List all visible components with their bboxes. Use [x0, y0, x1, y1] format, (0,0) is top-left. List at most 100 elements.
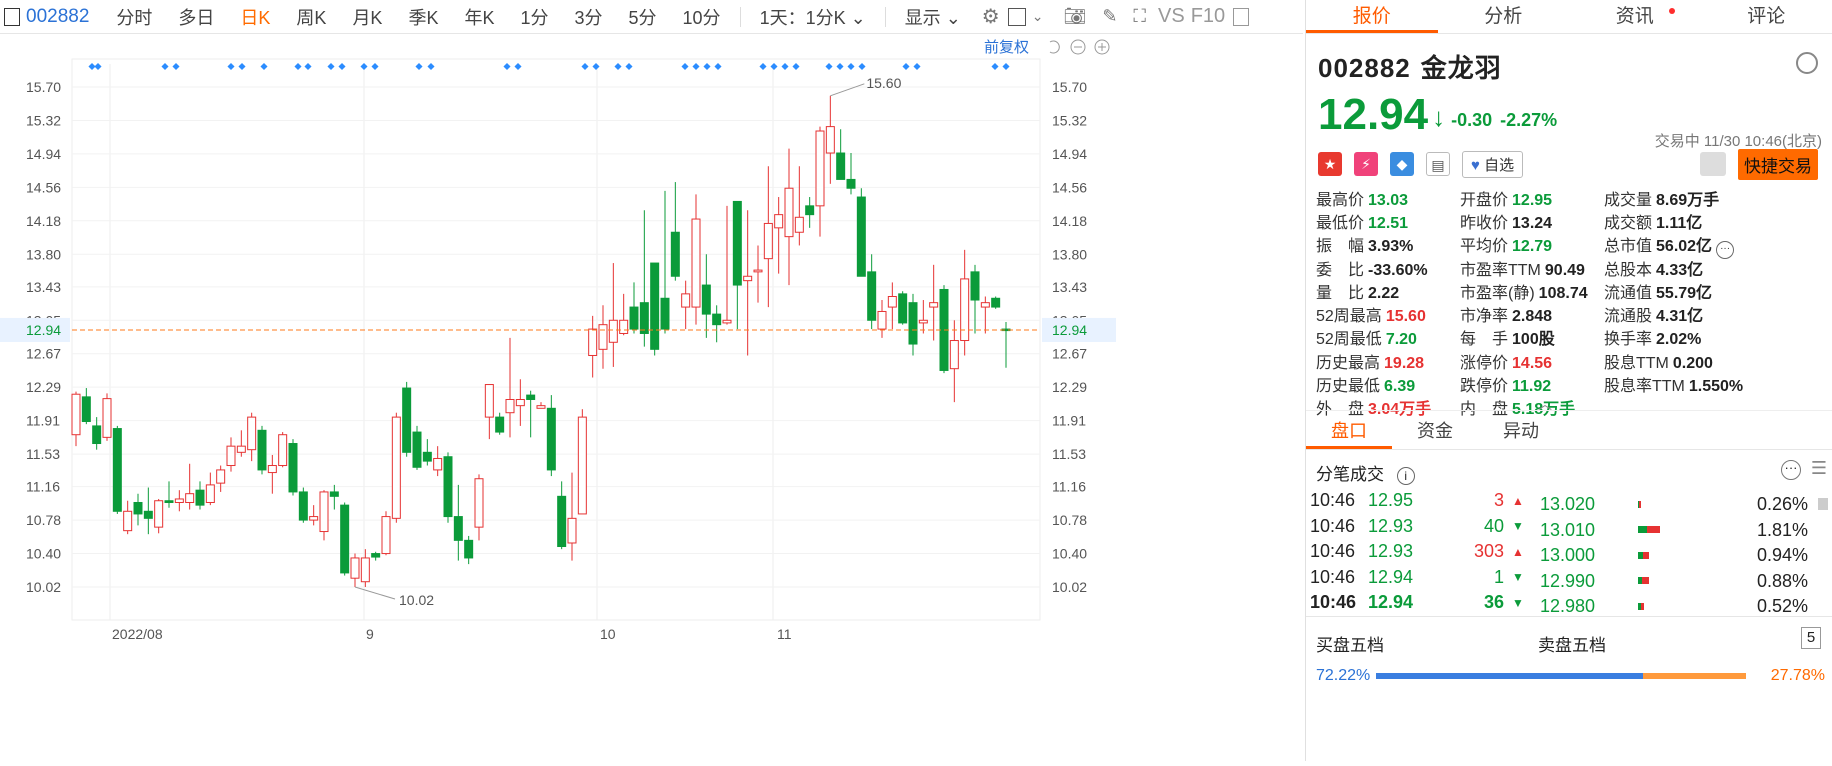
event-marker-icon[interactable]	[614, 63, 621, 70]
tag-icon[interactable]: ◆	[1390, 152, 1414, 176]
event-marker-icon[interactable]	[991, 63, 998, 70]
candle-body[interactable]	[93, 426, 101, 444]
period-tab[interactable]: 1分	[520, 4, 548, 30]
candle-body[interactable]	[527, 395, 535, 399]
quote-tab[interactable]: 报价	[1306, 0, 1438, 33]
more-icon[interactable]: ···	[1781, 460, 1801, 480]
candle-body[interactable]	[795, 217, 803, 232]
candle-body[interactable]	[878, 311, 886, 329]
pencil-icon[interactable]: ✎	[1102, 6, 1117, 27]
candle-body[interactable]	[620, 320, 628, 333]
settings-gear-icon[interactable]	[1796, 52, 1818, 74]
period-tab[interactable]: 5分	[629, 4, 657, 30]
candle-body[interactable]	[310, 517, 318, 521]
event-marker-icon[interactable]	[770, 63, 777, 70]
event-marker-icon[interactable]	[172, 63, 179, 70]
event-marker-icon[interactable]	[1002, 63, 1009, 70]
candle-body[interactable]	[103, 399, 111, 438]
candle-body[interactable]	[950, 341, 958, 369]
candle-body[interactable]	[423, 452, 431, 461]
margin-icon[interactable]: ⚡	[1354, 152, 1378, 176]
candle-body[interactable]	[930, 303, 938, 307]
candle-body[interactable]	[175, 499, 183, 503]
event-marker-icon[interactable]	[703, 63, 710, 70]
candle-body[interactable]	[506, 400, 514, 413]
candle-body[interactable]	[134, 502, 142, 513]
candle-body[interactable]	[692, 219, 700, 307]
candle-body[interactable]	[330, 492, 338, 496]
candle-body[interactable]	[785, 188, 793, 236]
draw-box-icon[interactable]	[1008, 8, 1026, 26]
event-marker-icon[interactable]	[161, 63, 168, 70]
vs-button[interactable]: VS	[1158, 5, 1185, 28]
event-marker-icon[interactable]	[692, 63, 699, 70]
quick-trade-button[interactable]: 快捷交易	[1738, 149, 1818, 180]
candle-body[interactable]	[237, 446, 245, 452]
event-marker-icon[interactable]	[858, 63, 865, 70]
period-tab[interactable]: 季K	[408, 4, 438, 30]
candle-body[interactable]	[671, 232, 679, 276]
event-marker-icon[interactable]	[360, 63, 367, 70]
candle-body[interactable]	[496, 417, 504, 432]
note-icon[interactable]: ▤	[1426, 152, 1450, 176]
candle-body[interactable]	[165, 501, 173, 503]
candle-body[interactable]	[206, 485, 214, 503]
candle-body[interactable]	[289, 444, 297, 492]
candle-body[interactable]	[372, 554, 380, 558]
event-marker-icon[interactable]	[836, 63, 843, 70]
candle-body[interactable]	[868, 272, 876, 320]
candle-body[interactable]	[444, 457, 452, 517]
candle-body[interactable]	[413, 432, 421, 467]
period-tab[interactable]: 多日	[178, 4, 214, 30]
camera-icon[interactable]: 📷︎	[1063, 6, 1086, 27]
candle-body[interactable]	[888, 297, 896, 308]
candle-body[interactable]	[258, 430, 266, 470]
event-marker-icon[interactable]	[238, 63, 245, 70]
event-marker-icon[interactable]	[415, 63, 422, 70]
display-menu[interactable]: 显示 ⌄	[905, 4, 961, 30]
period-tab[interactable]: 年K	[464, 4, 494, 30]
candle-body[interactable]	[547, 408, 555, 470]
candle-body[interactable]	[754, 270, 762, 272]
candle-body[interactable]	[279, 435, 287, 466]
candle-body[interactable]	[971, 272, 979, 300]
candle-body[interactable]	[299, 492, 307, 520]
candle-body[interactable]	[558, 496, 566, 546]
candle-body[interactable]	[837, 153, 845, 179]
candle-body[interactable]	[320, 492, 328, 532]
candle-body[interactable]	[651, 263, 659, 349]
candle-body[interactable]	[537, 406, 545, 409]
settings-gear-icon[interactable]: ⚙	[982, 4, 1000, 29]
kline-chart[interactable]: 15.7015.7015.3215.3214.9414.9414.5614.56…	[0, 34, 1303, 761]
event-marker-icon[interactable]	[260, 63, 267, 70]
candle-body[interactable]	[454, 517, 462, 541]
candle-body[interactable]	[630, 307, 638, 329]
event-marker-icon[interactable]	[227, 63, 234, 70]
f10-button[interactable]: F10	[1191, 5, 1225, 28]
candle-body[interactable]	[113, 429, 121, 512]
candle-body[interactable]	[144, 511, 152, 518]
event-marker-icon[interactable]	[902, 63, 909, 70]
candle-body[interactable]	[227, 446, 235, 465]
period-tab[interactable]: 分时	[116, 4, 152, 30]
candle-body[interactable]	[909, 303, 917, 344]
candle-body[interactable]	[465, 540, 473, 558]
candle-body[interactable]	[764, 223, 772, 258]
candle-body[interactable]	[640, 303, 648, 334]
candle-body[interactable]	[186, 494, 194, 503]
event-marker-icon[interactable]	[94, 63, 101, 70]
detail-tab[interactable]: 异动	[1478, 411, 1564, 449]
period-tab[interactable]: 日K	[240, 4, 270, 30]
candle-body[interactable]	[992, 298, 1000, 307]
candle-body[interactable]	[599, 325, 607, 350]
candle-body[interactable]	[609, 320, 617, 342]
candle-body[interactable]	[72, 394, 80, 434]
fullscreen-icon[interactable]: ⛶	[1133, 6, 1146, 27]
candle-body[interactable]	[516, 400, 524, 406]
kline-chart-svg[interactable]: 15.7015.7015.3215.3214.9414.9414.5614.56…	[0, 34, 1303, 761]
panel-toggle-icon[interactable]	[1233, 8, 1249, 26]
candle-body[interactable]	[702, 285, 710, 314]
candle-body[interactable]	[382, 517, 390, 554]
quote-tab[interactable]: 评论	[1701, 0, 1832, 33]
candle-body[interactable]	[248, 417, 256, 450]
